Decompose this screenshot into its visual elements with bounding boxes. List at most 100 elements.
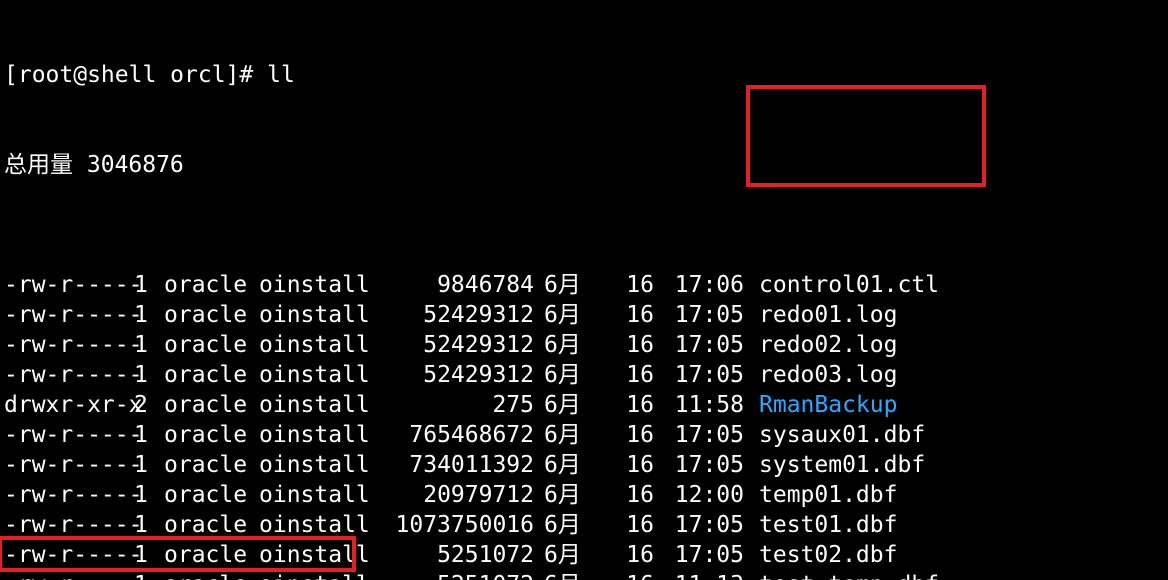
col-month: 6月 [544,540,599,570]
col-time: 17:05 [654,450,744,480]
col-day: 16 [599,570,654,580]
col-owner: oracle [164,420,259,450]
listing-row: -rw-r-----1oracleoinstall734011392 6月161… [4,450,1164,480]
listing-row: -rw-r-----1oracleoinstall5251072 6月1611:… [4,570,1164,580]
col-time: 11:58 [654,390,744,420]
file-name: test01.dbf [759,510,1164,540]
spacer [534,510,544,540]
col-group: oinstall [259,390,369,420]
spacer [744,570,759,580]
spacer [534,540,544,570]
file-name: temp01.dbf [759,480,1164,510]
col-size: 52429312 [369,360,534,390]
spacer [744,480,759,510]
listing-row: -rw-r-----1oracleoinstall1073750016 6月16… [4,510,1164,540]
col-time: 11:13 [654,570,744,580]
col-group: oinstall [259,330,369,360]
col-owner: oracle [164,330,259,360]
col-owner: oracle [164,360,259,390]
col-day: 16 [599,390,654,420]
spacer [534,300,544,330]
col-month: 6月 [544,570,599,580]
col-owner: oracle [164,450,259,480]
col-size: 9846784 [369,270,534,300]
col-links: 1 [134,570,164,580]
file-name: test_temp.dbf [759,570,1164,580]
col-perm: drwxr-xr-x [4,390,134,420]
col-month: 6月 [544,300,599,330]
col-links: 1 [134,420,164,450]
col-perm: -rw-r----- [4,330,134,360]
spacer [744,540,759,570]
listing-row: -rw-r-----1oracleoinstall9846784 6月1617:… [4,270,1164,300]
col-perm: -rw-r----- [4,570,134,580]
spacer [534,420,544,450]
col-perm: -rw-r----- [4,270,134,300]
file-name: sysaux01.dbf [759,420,1164,450]
col-owner: oracle [164,390,259,420]
col-size: 52429312 [369,300,534,330]
spacer [744,510,759,540]
terminal-window[interactable]: [root@shell orcl]# ll 总用量 3046876 -rw-r-… [0,0,1168,580]
col-group: oinstall [259,480,369,510]
col-perm: -rw-r----- [4,510,134,540]
col-links: 1 [134,300,164,330]
command-ll: ll [267,62,295,88]
col-group: oinstall [259,270,369,300]
col-time: 17:05 [654,360,744,390]
col-size: 765468672 [369,420,534,450]
col-group: oinstall [259,570,369,580]
spacer [744,360,759,390]
col-day: 16 [599,420,654,450]
spacer [534,360,544,390]
col-group: oinstall [259,300,369,330]
col-size: 1073750016 [369,510,534,540]
shell-prompt: [root@shell orcl]# [4,60,267,90]
file-name: control01.ctl [759,270,1164,300]
spacer [534,330,544,360]
col-day: 16 [599,360,654,390]
listing-row: -rw-r-----1oracleoinstall5251072 6月1617:… [4,540,1164,570]
col-perm: -rw-r----- [4,360,134,390]
col-owner: oracle [164,270,259,300]
spacer [744,300,759,330]
col-day: 16 [599,450,654,480]
col-links: 2 [134,390,164,420]
file-name: redo02.log [759,330,1164,360]
col-month: 6月 [544,510,599,540]
col-day: 16 [599,300,654,330]
col-links: 1 [134,540,164,570]
listing-row: -rw-r-----1oracleoinstall52429312 6月1617… [4,360,1164,390]
col-size: 5251072 [369,540,534,570]
col-size: 734011392 [369,450,534,480]
col-group: oinstall [259,540,369,570]
col-day: 16 [599,270,654,300]
file-name: redo01.log [759,300,1164,330]
col-owner: oracle [164,570,259,580]
file-name: redo03.log [759,360,1164,390]
listing-row: -rw-r-----1oracleoinstall765468672 6月161… [4,420,1164,450]
listing-row: drwxr-xr-x2oracleoinstall275 6月1611:58 R… [4,390,1164,420]
col-perm: -rw-r----- [4,540,134,570]
col-day: 16 [599,510,654,540]
col-month: 6月 [544,480,599,510]
spacer [534,450,544,480]
col-links: 1 [134,450,164,480]
col-month: 6月 [544,270,599,300]
col-perm: -rw-r----- [4,420,134,450]
prompt-line-1: [root@shell orcl]# ll [4,60,1164,90]
col-time: 17:05 [654,510,744,540]
col-owner: oracle [164,510,259,540]
col-time: 17:05 [654,330,744,360]
col-perm: -rw-r----- [4,300,134,330]
col-time: 17:05 [654,300,744,330]
col-time: 12:00 [654,480,744,510]
col-links: 1 [134,270,164,300]
col-group: oinstall [259,450,369,480]
col-month: 6月 [544,390,599,420]
col-time: 17:06 [654,270,744,300]
col-size: 52429312 [369,330,534,360]
col-group: oinstall [259,360,369,390]
spacer [534,480,544,510]
col-time: 17:05 [654,540,744,570]
